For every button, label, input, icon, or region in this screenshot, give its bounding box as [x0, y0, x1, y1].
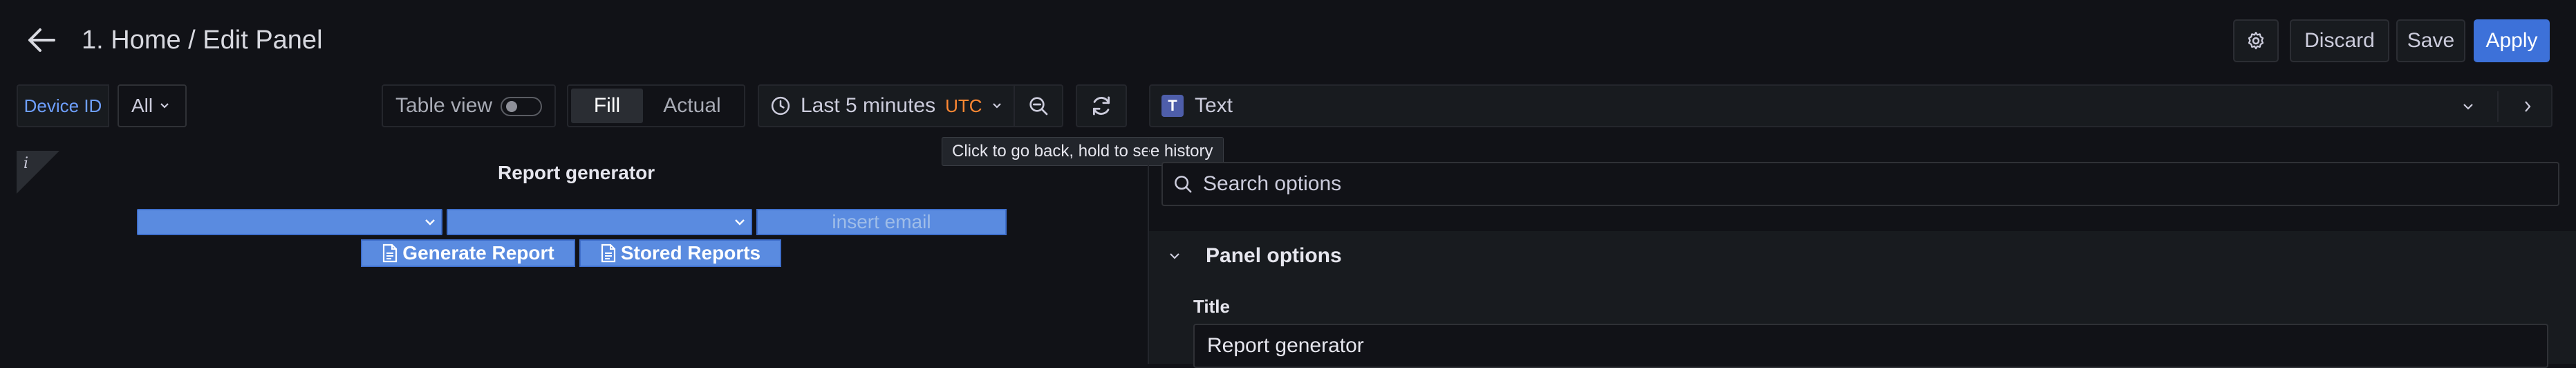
email-input[interactable]: insert email — [756, 209, 1007, 235]
chevron-down-icon — [1170, 253, 1179, 259]
zoom-out-button[interactable] — [1015, 84, 1063, 127]
timezone-badge: UTC — [945, 95, 982, 116]
device-id-value: All — [131, 95, 153, 116]
apply-button[interactable]: Apply — [2474, 19, 2550, 62]
panel-options-title: Panel options — [1206, 244, 1342, 267]
chevron-down-icon — [735, 219, 745, 226]
chevron-down-icon — [992, 103, 1001, 109]
search-options-placeholder: Search options — [1203, 172, 1342, 195]
zoom-out-icon — [1029, 97, 1048, 116]
chevron-right-icon[interactable] — [2521, 95, 2535, 118]
title-field-input[interactable]: Report generator — [1193, 324, 2548, 368]
refresh-icon — [1092, 96, 1110, 116]
chevron-down-icon — [425, 219, 435, 226]
device-id-select[interactable]: All — [118, 84, 187, 127]
arrow-left-icon — [28, 28, 55, 52]
time-range-picker[interactable]: Last 5 minutes UTC — [758, 84, 1015, 127]
device-id-variable-label: Device ID — [17, 84, 109, 127]
panel-title: Report generator — [498, 162, 655, 183]
info-icon: i — [24, 155, 29, 172]
page-title: 1. Home / Edit Panel — [82, 26, 323, 55]
title-field-label: Title — [1193, 296, 1230, 317]
back-button[interactable] — [19, 21, 64, 59]
visualization-label: Text — [1195, 94, 1233, 117]
report-select-1[interactable] — [137, 209, 442, 235]
generate-report-button[interactable]: Generate Report — [361, 239, 575, 267]
separator — [2497, 91, 2499, 122]
search-options-input[interactable]: Search options — [1161, 162, 2559, 206]
visualization-picker[interactable]: T Text — [1149, 84, 2552, 127]
fill-actual-radio-group: Fill Actual — [567, 84, 745, 127]
chevron-down-icon — [160, 103, 169, 109]
document-icon — [383, 243, 398, 263]
gear-icon — [2248, 32, 2264, 50]
time-range-label: Last 5 minutes — [801, 94, 936, 117]
dashboard-settings-button[interactable] — [2233, 19, 2279, 62]
text-panel-icon: T — [1161, 95, 1184, 117]
report-select-2[interactable] — [447, 209, 752, 235]
refresh-button[interactable] — [1076, 84, 1127, 127]
discard-button[interactable]: Discard — [2290, 19, 2389, 62]
stored-reports-label: Stored Reports — [620, 242, 761, 264]
actual-option[interactable]: Actual — [643, 89, 741, 123]
search-icon — [1175, 176, 1192, 193]
fill-option[interactable]: Fill — [571, 89, 643, 123]
generate-report-label: Generate Report — [402, 242, 554, 264]
document-icon — [601, 243, 615, 263]
panel-options-section-header[interactable]: Panel options — [1149, 231, 2576, 281]
table-view-label: Table view — [395, 94, 493, 117]
stored-reports-button[interactable]: Stored Reports — [579, 239, 781, 267]
table-view-switch[interactable] — [501, 97, 542, 116]
table-view-toggle-group: Table view — [382, 84, 556, 127]
save-button[interactable]: Save — [2396, 19, 2465, 62]
clock-icon — [771, 96, 790, 116]
chevron-down-icon — [2463, 104, 2473, 110]
